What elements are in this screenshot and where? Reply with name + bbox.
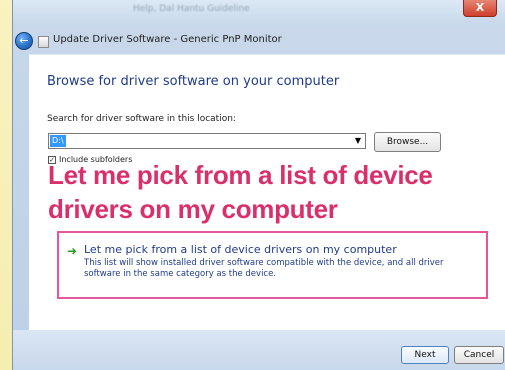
back-arrow-icon[interactable]: ←: [15, 32, 33, 50]
pick-driver-description: This list will show installed driver sof…: [84, 258, 444, 279]
pick-driver-option[interactable]: ➜ Let me pick from a list of device driv…: [57, 231, 488, 299]
search-location-value: D:\: [50, 135, 66, 147]
chevron-down-icon[interactable]: ▼: [355, 135, 361, 147]
update-driver-window: Help, Dal Hantu Guideline X ← Update Dri…: [12, 0, 505, 370]
next-button[interactable]: Next: [401, 346, 449, 364]
pick-driver-title[interactable]: Let me pick from a list of device driver…: [84, 243, 397, 256]
overlay-instruction-text: Let me pick from a list of device driver…: [48, 160, 433, 224]
device-icon: [38, 36, 49, 48]
green-arrow-icon: ➜: [67, 244, 78, 258]
close-button[interactable]: X: [463, 0, 497, 17]
blurred-window-title: Help, Dal Hantu Guideline: [133, 4, 250, 14]
browse-button[interactable]: Browse...: [374, 132, 441, 152]
window-title: Update Driver Software - Generic PnP Mon…: [53, 34, 282, 45]
page-heading: Browse for driver software on your compu…: [47, 74, 340, 89]
title-bar: Help, Dal Hantu Guideline X: [13, 0, 505, 26]
cancel-button[interactable]: Cancel: [454, 346, 504, 364]
search-location-label: Search for driver software in this locat…: [47, 114, 236, 124]
search-location-combo[interactable]: D:\ ▼: [48, 133, 366, 149]
content-panel: Browse for driver software on your compu…: [29, 54, 505, 331]
